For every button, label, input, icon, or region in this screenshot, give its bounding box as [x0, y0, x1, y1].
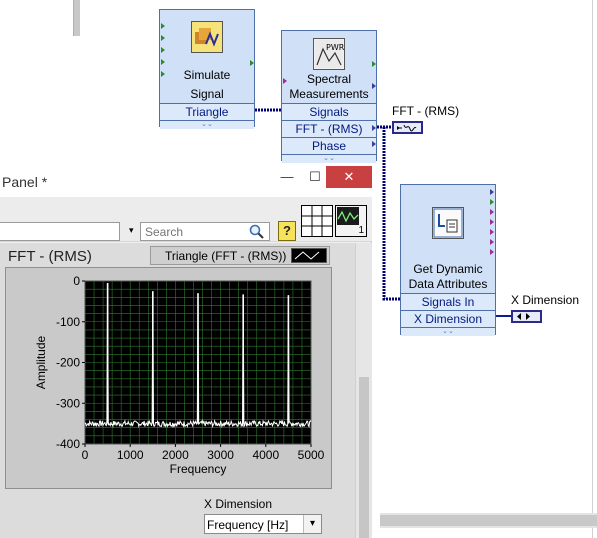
- horizontal-scrollbar[interactable]: [380, 513, 597, 528]
- spectral-power-icon: PWR: [313, 38, 345, 70]
- y-tick-label: 0: [73, 274, 80, 288]
- simulate-resize-grip[interactable]: ⌄⌄: [160, 120, 254, 129]
- xdim-select[interactable]: Frequency [Hz] ▾: [204, 514, 322, 534]
- dynamic-resize-grip[interactable]: ⌄⌄: [401, 327, 495, 336]
- xdim-indicator[interactable]: [511, 310, 542, 323]
- maximize-button[interactable]: ☐: [301, 166, 329, 188]
- legend-line-swatch-icon[interactable]: [291, 248, 327, 263]
- simulate-signal-node[interactable]: Simulate Signal Triangle ⌄⌄: [159, 9, 255, 129]
- spectral-resize-grip[interactable]: ⌄⌄: [282, 154, 376, 163]
- fft-rms-indicator[interactable]: [392, 121, 423, 134]
- chevron-down-icon[interactable]: ▾: [303, 515, 321, 533]
- x-axis-label: Frequency: [170, 462, 227, 476]
- x-tick-label: 5000: [298, 448, 325, 462]
- graph-label: FFT - (RMS): [8, 248, 92, 265]
- legend-plot-name: Triangle (FFT - (RMS)): [165, 249, 287, 263]
- xdim-select-value: Frequency [Hz]: [207, 518, 289, 532]
- y-tick-label: -100: [56, 315, 80, 329]
- spectral-title-1: Spectral: [306, 72, 352, 86]
- window-titlebar[interactable]: Panel * — ☐ ✕: [0, 166, 372, 198]
- close-button[interactable]: ✕: [326, 166, 372, 188]
- palette-badge: 1: [358, 225, 364, 236]
- waveform-graph[interactable]: 0 1000 2000 3000 4000 5000 0 -100 -200 -300 -400 Fr…: [5, 267, 332, 489]
- diagram-edge: [592, 0, 593, 538]
- fft-indicator-label: FFT - (RMS): [392, 104, 460, 118]
- spectral-fft-terminal[interactable]: FFT - (RMS): [282, 120, 376, 137]
- y-tick-label: -200: [56, 356, 80, 370]
- y-tick-label: -400: [56, 437, 80, 451]
- svg-text:PWR: PWR: [326, 43, 344, 52]
- x-tick-label: 1000: [117, 448, 144, 462]
- graph-thumbnail-icon: [337, 207, 359, 225]
- simulate-signal-title-1: Simulate: [183, 68, 231, 82]
- wire-fft-to-indicator[interactable]: [377, 125, 400, 301]
- vi-icon-graph[interactable]: 1: [335, 205, 367, 237]
- panel-grid-icon[interactable]: [301, 205, 333, 237]
- simulate-signal-title-2: Signal: [190, 87, 224, 101]
- x-tick-label: 2000: [162, 448, 189, 462]
- get-dynamic-data-attributes-node[interactable]: Get Dynamic Data Attributes Signals In X…: [400, 184, 496, 336]
- spectral-signals-terminal[interactable]: Signals: [282, 103, 376, 120]
- spectral-title-2: Measurements: [289, 87, 369, 101]
- spectral-phase-terminal[interactable]: Phase: [282, 137, 376, 154]
- wire-stub: [73, 0, 80, 36]
- search-input[interactable]: [141, 223, 259, 240]
- simulate-signal-icon: [191, 21, 223, 53]
- waveform-icon: [397, 124, 417, 132]
- horizontal-scroll-thumb[interactable]: [380, 515, 597, 526]
- y-axis-label: Amplitude: [34, 336, 48, 390]
- x-tick-label: 4000: [252, 448, 279, 462]
- plot-legend[interactable]: Triangle (FFT - (RMS)): [150, 246, 330, 265]
- dynamic-data-icon: [432, 207, 464, 239]
- dynamic-title-1: Get Dynamic: [413, 262, 483, 276]
- x-tick-label: 3000: [207, 448, 234, 462]
- simulate-triangle-terminal[interactable]: Triangle: [160, 103, 254, 120]
- spectral-measurements-node[interactable]: PWR Spectral Measurements Signals FFT - …: [281, 30, 377, 163]
- window-title: Panel *: [2, 174, 48, 190]
- xdim-indicator-label: X Dimension: [511, 293, 580, 307]
- minimize-button[interactable]: —: [273, 166, 301, 188]
- vertical-scroll-thumb[interactable]: [359, 377, 369, 538]
- chart-svg[interactable]: 0 1000 2000 3000 4000 5000 0 -100 -200 -300 -400 Fr…: [6, 268, 331, 488]
- help-button[interactable]: ?: [278, 221, 296, 241]
- vertical-scrollbar[interactable]: [355, 243, 372, 538]
- search-box[interactable]: [140, 222, 270, 241]
- xdim-control-label: X Dimension: [204, 497, 273, 511]
- dynamic-xdim-terminal[interactable]: X Dimension: [401, 310, 495, 327]
- enum-arrows-icon: [517, 313, 530, 320]
- search-dropdown-arrow-icon[interactable]: ▾: [129, 224, 137, 236]
- x-tick-label: 0: [82, 448, 89, 462]
- y-tick-label: -300: [56, 396, 80, 410]
- dynamic-title-2: Data Attributes: [408, 277, 488, 291]
- search-icon[interactable]: [249, 224, 265, 240]
- dynamic-signals-in-terminal[interactable]: Signals In: [401, 293, 495, 310]
- toolbar-dropdown[interactable]: [0, 222, 120, 241]
